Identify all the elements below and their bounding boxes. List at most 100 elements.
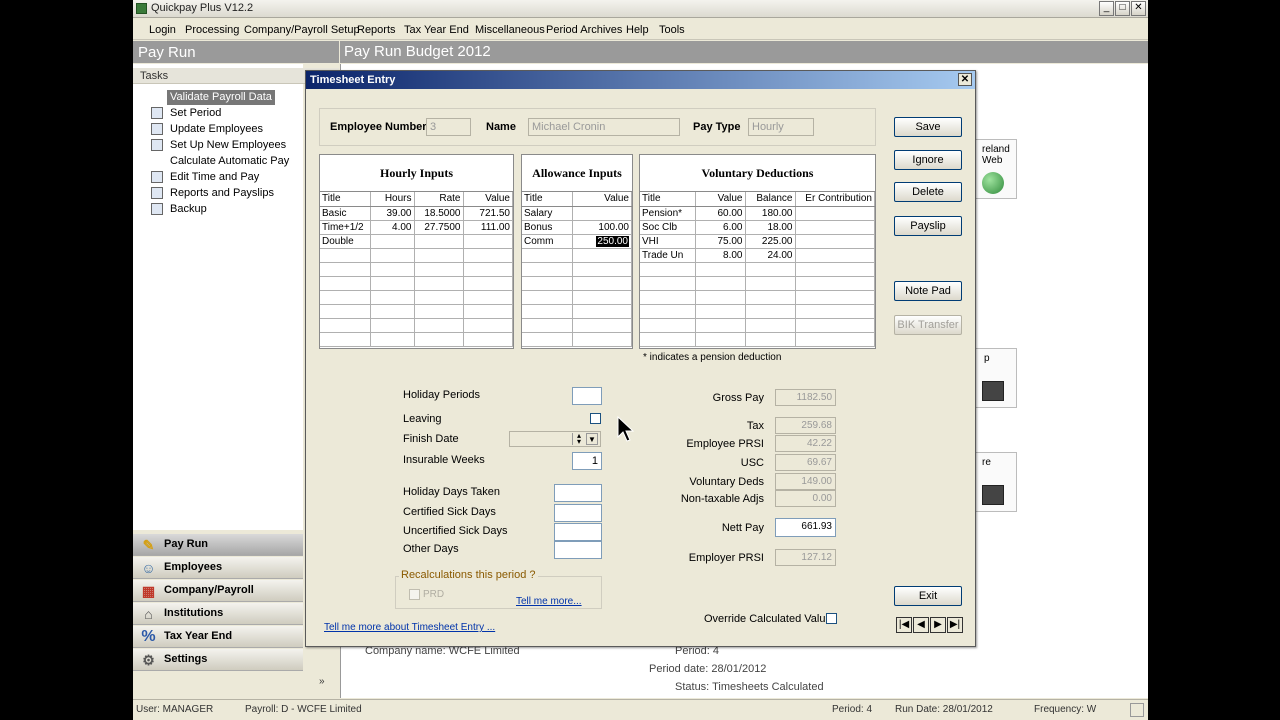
cell[interactable]: 18.5000 xyxy=(414,206,464,221)
save-button[interactable]: Save xyxy=(894,117,962,137)
task-set-period[interactable]: Set Period xyxy=(151,106,224,121)
cell[interactable] xyxy=(795,206,875,221)
cell[interactable]: 225.00 xyxy=(745,234,796,249)
table-row[interactable]: Bonus 100.00 xyxy=(522,220,632,235)
menu-period-archives[interactable]: Period Archives xyxy=(546,24,622,36)
cell[interactable]: 111.00 xyxy=(463,220,513,235)
cell[interactable]: Trade Un xyxy=(640,248,696,263)
task-set-up-new-employees[interactable]: Set Up New Employees xyxy=(151,138,289,153)
cell[interactable]: Bonus xyxy=(522,220,573,235)
next-record-icon[interactable]: ▶ xyxy=(930,617,946,633)
menu-processing[interactable]: Processing xyxy=(185,24,239,36)
cell[interactable]: 8.00 xyxy=(695,248,746,263)
override-checkbox[interactable] xyxy=(826,613,837,624)
last-record-icon[interactable]: ▶| xyxy=(947,617,963,633)
task-calculate-automatic-pay[interactable]: Calculate Automatic Pay xyxy=(167,154,292,169)
holiday-days-taken-input[interactable] xyxy=(554,484,602,502)
resize-grip-icon[interactable] xyxy=(1130,703,1144,717)
insurable-weeks-input[interactable]: 1 xyxy=(572,452,602,470)
pay-type-field[interactable]: Hourly xyxy=(748,118,814,136)
task-validate-payroll-data[interactable]: Validate Payroll Data xyxy=(167,90,275,105)
hourly-inputs-grid[interactable]: Hourly Inputs Title Hours Rate Value Basic 3… xyxy=(319,154,514,349)
cell[interactable]: Soc Clb xyxy=(640,220,696,235)
finish-date-spinner[interactable]: ▴ ▾ xyxy=(572,432,585,446)
tell-me-more-link[interactable]: Tell me more... xyxy=(516,596,582,607)
cell[interactable]: Double xyxy=(320,234,371,249)
close-button[interactable]: ✕ xyxy=(1131,1,1146,16)
nav-institutions[interactable]: ⌂ Institutions xyxy=(133,603,303,625)
task-edit-time-and-pay[interactable]: Edit Time and Pay xyxy=(151,170,262,185)
dialog-close-icon[interactable]: ✕ xyxy=(958,73,972,86)
uncertified-sick-days-input[interactable] xyxy=(554,523,602,541)
chevron-down-icon[interactable]: ▼ xyxy=(586,433,598,445)
cell[interactable]: 4.00 xyxy=(370,220,415,235)
cell[interactable] xyxy=(572,206,632,221)
table-row[interactable]: Salary xyxy=(522,206,632,221)
table-row[interactable]: Double xyxy=(320,234,513,249)
allowance-inputs-grid[interactable]: Allowance Inputs Title Value Salary Bonus… xyxy=(521,154,633,349)
table-row[interactable]: Comm 250.00 xyxy=(522,234,632,249)
cell[interactable]: Time+1/2 xyxy=(320,220,371,235)
table-row[interactable]: Time+1/2 4.00 27.7500 111.00 xyxy=(320,220,513,235)
minimize-button[interactable]: _ xyxy=(1099,1,1114,16)
exit-button[interactable]: Exit xyxy=(894,586,962,606)
nav-tax-year-end[interactable]: % Tax Year End xyxy=(133,626,303,648)
nav-employees[interactable]: ☺ Employees xyxy=(133,557,303,579)
cell[interactable] xyxy=(463,234,513,249)
note-pad-button[interactable]: Note Pad xyxy=(894,281,962,301)
menu-miscellaneous[interactable]: Miscellaneous xyxy=(475,24,545,36)
cell[interactable]: VHI xyxy=(640,234,696,249)
task-update-employees[interactable]: Update Employees xyxy=(151,122,266,137)
task-reports-and-payslips[interactable]: Reports and Payslips xyxy=(151,186,277,201)
nav-company-payroll[interactable]: ▦ Company/Payroll xyxy=(133,580,303,602)
nav-settings[interactable]: ⚙ Settings xyxy=(133,649,303,671)
name-field[interactable]: Michael Cronin xyxy=(528,118,680,136)
holiday-periods-input[interactable] xyxy=(572,387,602,405)
delete-button[interactable]: Delete xyxy=(894,182,962,202)
cell[interactable]: 100.00 xyxy=(572,220,632,235)
menu-login[interactable]: Login xyxy=(149,24,176,36)
other-days-input[interactable] xyxy=(554,541,602,559)
table-row[interactable]: Soc Clb 6.00 18.00 xyxy=(640,220,875,235)
menu-reports[interactable]: Reports xyxy=(357,24,396,36)
table-row[interactable]: Pension* 60.00 180.00 xyxy=(640,206,875,221)
cell[interactable]: 75.00 xyxy=(695,234,746,249)
cell[interactable] xyxy=(795,234,875,249)
cell[interactable]: 18.00 xyxy=(745,220,796,235)
ignore-button[interactable]: Ignore xyxy=(894,150,962,170)
employee-number-select[interactable]: 3 xyxy=(426,118,471,136)
cell[interactable]: Salary xyxy=(522,206,573,221)
previous-record-icon[interactable]: ◀ xyxy=(913,617,929,633)
cell[interactable]: 180.00 xyxy=(745,206,796,221)
table-row[interactable]: VHI 75.00 225.00 xyxy=(640,234,875,249)
menu-company-payroll-setup[interactable]: Company/Payroll Setup xyxy=(244,24,360,36)
cell[interactable] xyxy=(414,234,464,249)
cell[interactable]: 27.7500 xyxy=(414,220,464,235)
menu-tax-year-end[interactable]: Tax Year End xyxy=(404,24,469,36)
table-row[interactable]: Basic 39.00 18.5000 721.50 xyxy=(320,206,513,221)
cell[interactable]: Pension* xyxy=(640,206,696,221)
voluntary-deductions-grid[interactable]: Voluntary Deductions Title Value Balance Er… xyxy=(639,154,876,349)
cell[interactable]: Basic xyxy=(320,206,371,221)
first-record-icon[interactable]: |◀ xyxy=(896,617,912,633)
cell-selected[interactable]: 250.00 xyxy=(572,234,632,249)
expand-chevron-icon[interactable]: » xyxy=(319,676,325,687)
selected-value[interactable]: 250.00 xyxy=(596,235,629,247)
cell[interactable]: 24.00 xyxy=(745,248,796,263)
bik-transfer-button[interactable]: BIK Transfer xyxy=(894,315,962,335)
payslip-button[interactable]: Payslip xyxy=(894,216,962,236)
menu-help[interactable]: Help xyxy=(626,24,649,36)
cell[interactable]: 39.00 xyxy=(370,206,415,221)
nav-pay-run[interactable]: ✎ Pay Run xyxy=(133,534,303,556)
cell[interactable] xyxy=(795,220,875,235)
cell[interactable]: 721.50 xyxy=(463,206,513,221)
cell[interactable]: 60.00 xyxy=(695,206,746,221)
cell[interactable] xyxy=(370,234,415,249)
prd-checkbox[interactable] xyxy=(409,589,420,600)
certified-sick-days-input[interactable] xyxy=(554,504,602,522)
cell[interactable]: 6.00 xyxy=(695,220,746,235)
leaving-checkbox[interactable] xyxy=(590,413,601,424)
table-row[interactable]: Trade Un 8.00 24.00 xyxy=(640,248,875,263)
maximize-button[interactable]: □ xyxy=(1115,1,1130,16)
cell[interactable]: Comm xyxy=(522,234,573,249)
